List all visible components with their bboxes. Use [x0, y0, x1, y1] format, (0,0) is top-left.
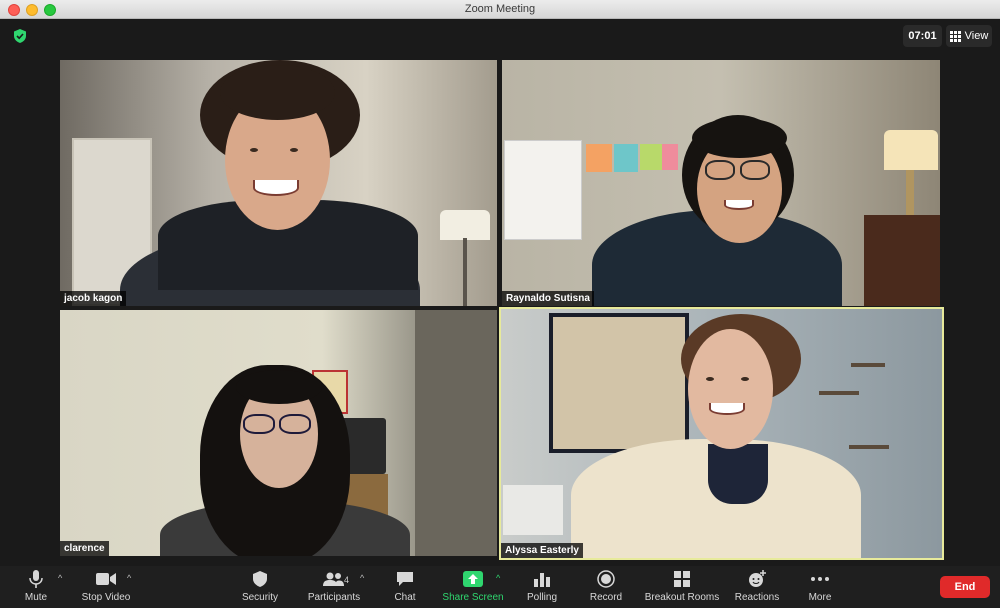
share-screen-button[interactable]: Share Screen — [442, 569, 504, 605]
smiley-add-icon — [749, 570, 766, 587]
meeting-timer: 07:01 — [903, 25, 942, 47]
security-button[interactable]: Security — [238, 569, 282, 605]
share-screen-icon — [463, 571, 483, 587]
video-tile-clarence[interactable]: clarence — [60, 310, 497, 556]
breakout-rooms-button[interactable]: Breakout Rooms — [644, 569, 720, 605]
people-icon — [323, 572, 344, 586]
video-tile-raynaldo-sutisna[interactable]: Raynaldo Sutisna — [502, 60, 940, 306]
shield-icon — [253, 571, 267, 587]
reactions-button[interactable]: Reactions — [734, 569, 780, 605]
participant-name: clarence — [60, 541, 109, 556]
participant-name: Raynaldo Sutisna — [502, 291, 594, 306]
audio-options-caret[interactable]: ^ — [58, 573, 62, 583]
video-camera-icon — [96, 573, 116, 585]
participant-name: Alyssa Easterly — [501, 543, 583, 558]
breakout-rooms-icon — [674, 571, 690, 587]
video-tile-alyssa-easterly[interactable]: Alyssa Easterly — [499, 307, 944, 560]
more-dots-icon — [811, 577, 829, 581]
microphone-icon — [29, 570, 43, 588]
record-button[interactable]: Record — [588, 569, 624, 605]
bar-chart-icon — [534, 573, 550, 587]
share-options-caret[interactable]: ^ — [496, 573, 500, 583]
participants-count: 4 — [344, 575, 350, 585]
participants-options-caret[interactable]: ^ — [360, 573, 364, 583]
polling-button[interactable]: Polling — [524, 569, 560, 605]
stop-video-button[interactable]: Stop Video — [78, 569, 134, 605]
shield-icon[interactable] — [12, 28, 28, 44]
meeting-toolbar: Mute ^ Stop Video ^ Security Participant… — [0, 566, 1000, 608]
window-title: Zoom Meeting — [464, 3, 536, 15]
chat-button[interactable]: Chat — [388, 569, 422, 605]
participants-button[interactable]: Participants — [304, 569, 364, 605]
record-icon — [597, 570, 615, 588]
more-button[interactable]: More — [802, 569, 838, 605]
video-options-caret[interactable]: ^ — [127, 573, 131, 583]
grid-icon — [949, 30, 961, 42]
view-button-label: View — [964, 30, 989, 42]
end-meeting-button[interactable]: End — [940, 576, 990, 598]
participant-name: jacob kagon — [60, 291, 127, 306]
title-bar: Zoom Meeting — [0, 0, 1000, 19]
meeting-area: 07:01 View jacob kagon Raynaldo Sutisna … — [0, 20, 1000, 566]
view-button[interactable]: View — [946, 25, 992, 47]
chat-bubble-icon — [397, 572, 413, 586]
video-tile-jacob-kagon[interactable]: jacob kagon — [60, 60, 497, 306]
mute-button[interactable]: Mute — [18, 569, 54, 605]
